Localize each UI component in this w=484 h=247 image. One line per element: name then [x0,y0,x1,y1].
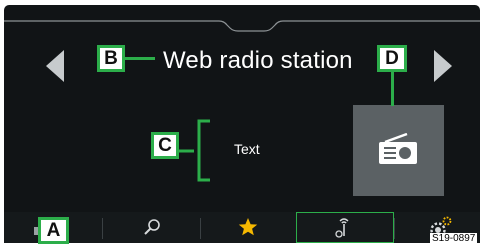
infotainment-screen: Web radio station Text [4,5,480,243]
callout-c-bracket [178,119,210,182]
station-text-label: Text [234,141,260,157]
top-notch-line [4,20,480,32]
callout-b-line [125,57,155,60]
callout-d-line [391,72,394,106]
station-logo-tile[interactable] [353,105,444,196]
tab-web-radio[interactable] [296,212,394,243]
callout-d: D [377,45,407,72]
callout-a: A [38,217,69,244]
radio-icon [379,133,417,164]
callout-b: B [97,45,125,72]
radio-signal-icon [335,218,349,238]
star-icon [238,218,258,236]
search-icon [144,219,160,235]
station-title: Web radio station [163,47,353,74]
figure-code: S19-0897 [430,233,478,244]
tab-favorites[interactable] [201,212,297,243]
next-station-arrow-icon[interactable] [432,49,454,83]
bottom-tab-bar [4,212,480,243]
previous-station-arrow-icon[interactable] [44,49,66,83]
tab-search[interactable] [103,212,200,243]
callout-c: C [151,132,179,159]
